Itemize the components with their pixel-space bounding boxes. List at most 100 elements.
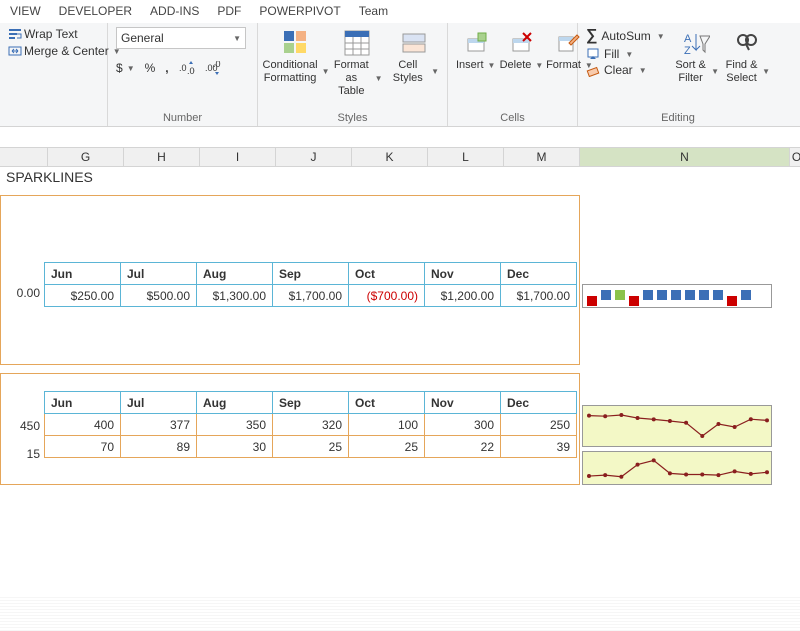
svg-text:Z: Z [684, 45, 691, 56]
table-header-row: Jun Jul Aug Sep Oct Nov Dec [45, 263, 577, 285]
tab-pdf[interactable]: PDF [217, 4, 241, 18]
table-row[interactable]: 400 377 350 320 100 300 250 [45, 414, 577, 436]
cell[interactable]: 400 [45, 414, 121, 436]
cell-lead[interactable]: 0.00 [0, 286, 44, 300]
cell[interactable]: 250 [501, 414, 577, 436]
cell[interactable]: 300 [425, 414, 501, 436]
chevron-down-icon: ▼ [762, 67, 770, 77]
col-o[interactable]: O [790, 148, 800, 166]
col-k[interactable]: K [352, 148, 428, 166]
chevron-down-icon: ▼ [322, 67, 330, 77]
winloss-sparkline[interactable] [582, 284, 772, 308]
hdr-jul: Jul [121, 263, 197, 285]
cell[interactable]: 320 [273, 414, 349, 436]
cell[interactable]: $250.00 [45, 285, 121, 307]
tab-powerpivot[interactable]: POWERPIVOT [259, 4, 340, 18]
group-cells-label: Cells [456, 110, 569, 124]
conditional-formatting-button[interactable]: Conditional Formatting▼ [266, 27, 326, 85]
decrease-decimal-icon: .00.0 [205, 61, 221, 75]
autosum-button[interactable]: ∑AutoSum▼ [586, 27, 668, 45]
col-g[interactable]: G [48, 148, 124, 166]
tab-addins[interactable]: ADD-INS [150, 4, 199, 18]
chevron-down-icon: ▼ [233, 34, 241, 43]
clear-button[interactable]: Clear▼ [586, 63, 668, 77]
cell-negative[interactable]: ($700.00) [349, 285, 425, 307]
cell[interactable]: $500.00 [121, 285, 197, 307]
numeric-table[interactable]: Jun Jul Aug Sep Oct Nov Dec 400 377 350 … [44, 391, 577, 458]
percent-button[interactable]: % [145, 61, 156, 75]
fill-icon [586, 47, 600, 61]
col-n[interactable]: N [580, 148, 790, 166]
cell[interactable]: 70 [45, 436, 121, 458]
cell[interactable]: 350 [197, 414, 273, 436]
increase-decimal-button[interactable]: .0.00 [179, 61, 195, 75]
cell[interactable]: 39 [501, 436, 577, 458]
ribbon: Wrap Text Merge & Center ▼ General ▼ $▼ … [0, 23, 800, 127]
col-h[interactable]: H [124, 148, 200, 166]
worksheet[interactable]: SPARKLINES Jun Jul Aug Sep Oct Nov Dec $… [0, 167, 800, 627]
eraser-icon [586, 63, 600, 77]
cell[interactable]: $1,200.00 [425, 285, 501, 307]
hdr-oct: Oct [349, 392, 425, 414]
tab-team[interactable]: Team [359, 4, 388, 18]
cell[interactable]: 100 [349, 414, 425, 436]
tab-view[interactable]: VIEW [10, 4, 41, 18]
fill-button[interactable]: Fill▼ [586, 47, 668, 61]
sort-filter-button[interactable]: AZ Sort & Filter▼ [674, 27, 719, 85]
tab-developer[interactable]: DEVELOPER [59, 4, 132, 18]
line-sparkline-2[interactable] [582, 451, 772, 485]
sigma-icon: ∑ [586, 27, 597, 45]
table-row[interactable]: 70 89 30 25 25 22 39 [45, 436, 577, 458]
cell[interactable]: 30 [197, 436, 273, 458]
table-header-row: Jun Jul Aug Sep Oct Nov Dec [45, 392, 577, 414]
chevron-down-icon: ▼ [535, 61, 543, 71]
col-i[interactable]: I [200, 148, 276, 166]
chevron-down-icon: ▼ [711, 67, 719, 77]
cell-lead[interactable]: 450 [0, 419, 44, 433]
cell-styles-button[interactable]: Cell Styles▼ [389, 27, 440, 85]
format-as-table-button[interactable]: Format as Table▼ [332, 27, 383, 99]
delete-button[interactable]: Delete▼ [501, 27, 541, 72]
column-headers[interactable]: G H I J K L M N O [0, 147, 800, 167]
currency-button[interactable]: $▼ [116, 61, 135, 75]
cell[interactable]: 25 [273, 436, 349, 458]
wrap-text-label: Wrap Text [24, 27, 78, 41]
cell-lead[interactable]: 15 [0, 447, 44, 461]
line-sparkline-1[interactable] [582, 405, 772, 447]
cell[interactable]: 25 [349, 436, 425, 458]
col-blank[interactable] [0, 148, 48, 166]
svg-text:.00: .00 [187, 66, 195, 75]
cell[interactable]: $1,700.00 [501, 285, 577, 307]
cell[interactable]: 89 [121, 436, 197, 458]
cell[interactable]: $1,700.00 [273, 285, 349, 307]
chevron-down-icon: ▼ [375, 74, 383, 84]
chevron-down-icon: ▼ [127, 64, 135, 73]
table-row[interactable]: $250.00 $500.00 $1,300.00 $1,700.00 ($70… [45, 285, 577, 307]
hdr-aug: Aug [197, 263, 273, 285]
col-j[interactable]: J [276, 148, 352, 166]
col-l[interactable]: L [428, 148, 504, 166]
svg-text:.0: .0 [179, 63, 187, 73]
currency-table[interactable]: Jun Jul Aug Sep Oct Nov Dec $250.00 $500… [44, 262, 577, 307]
number-format-select[interactable]: General ▼ [116, 27, 246, 49]
merge-center-button[interactable]: Merge & Center ▼ [8, 44, 121, 58]
col-m[interactable]: M [504, 148, 580, 166]
cell[interactable]: 377 [121, 414, 197, 436]
cell[interactable]: 22 [425, 436, 501, 458]
comma-button[interactable]: , [165, 61, 168, 75]
hdr-jun: Jun [45, 263, 121, 285]
decrease-decimal-button[interactable]: .00.0 [205, 61, 221, 75]
svg-text:A: A [684, 33, 692, 45]
cell-styles-icon [400, 29, 428, 57]
format-as-table-icon [343, 29, 371, 57]
chevron-down-icon: ▼ [488, 61, 496, 71]
hdr-nov: Nov [425, 263, 501, 285]
merge-center-label: Merge & Center [24, 44, 109, 58]
chevron-down-icon: ▼ [625, 50, 633, 59]
hdr-jul: Jul [121, 392, 197, 414]
find-select-button[interactable]: Find & Select▼ [725, 27, 770, 85]
cell[interactable]: $1,300.00 [197, 285, 273, 307]
insert-button[interactable]: Insert▼ [456, 27, 495, 72]
wrap-text-button[interactable]: Wrap Text [8, 27, 121, 41]
delete-icon [507, 29, 535, 57]
